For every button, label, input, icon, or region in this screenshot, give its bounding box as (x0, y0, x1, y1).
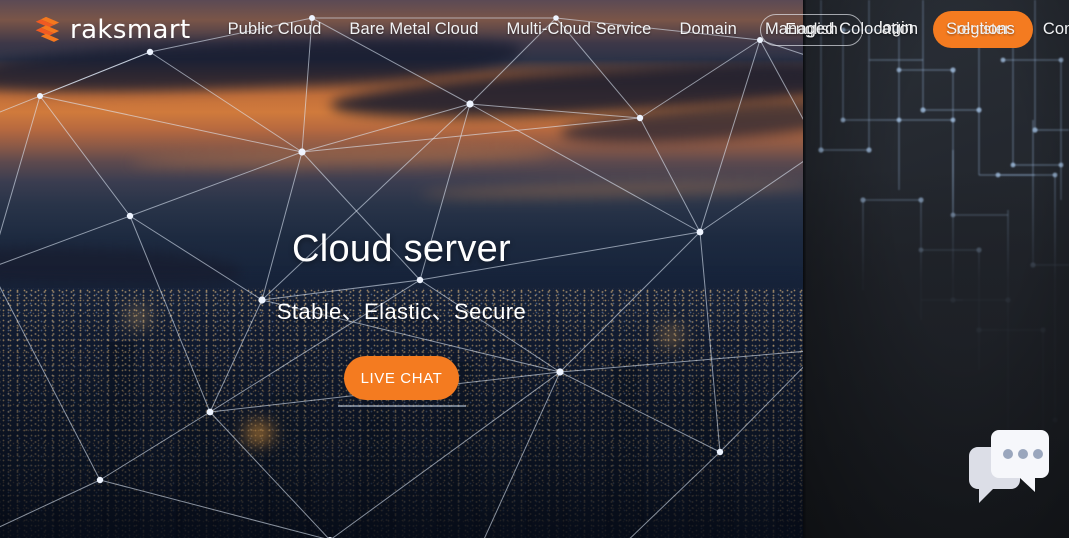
raksmart-logo-icon (35, 16, 60, 42)
hero-subtitle: Stable、Elastic、Secure (276, 299, 527, 324)
chat-widget-button[interactable] (963, 430, 1055, 516)
panel-seam (803, 0, 806, 538)
main-navigation: Public Cloud Bare Metal Cloud Multi-Clou… (228, 20, 1069, 39)
live-chat-button[interactable]: LIVE CHAT (344, 356, 459, 400)
nav-multi-cloud-service[interactable]: Multi-Cloud Service (507, 20, 652, 39)
nav-company[interactable]: Company (1043, 20, 1069, 39)
logo-text: raksmart (70, 14, 191, 45)
hero-content: Cloud server Stable、Elastic、Secure LIVE … (0, 0, 803, 538)
page-root: raksmart Public Cloud Bare Metal Cloud M… (0, 0, 1069, 538)
logo[interactable]: raksmart (31, 15, 191, 45)
nav-managed-colocation[interactable]: Managed Colocation (765, 20, 918, 39)
site-header: raksmart Public Cloud Bare Metal Cloud M… (0, 0, 1069, 59)
nav-domain[interactable]: Domain (679, 20, 736, 39)
nav-public-cloud[interactable]: Public Cloud (228, 20, 322, 39)
cta-underline (337, 405, 466, 407)
hero-title: Cloud server (291, 228, 512, 270)
nav-solutions[interactable]: Solutions (946, 20, 1015, 39)
nav-bare-metal-cloud[interactable]: Bare Metal Cloud (349, 20, 478, 39)
chat-bubbles-icon (969, 430, 1049, 503)
